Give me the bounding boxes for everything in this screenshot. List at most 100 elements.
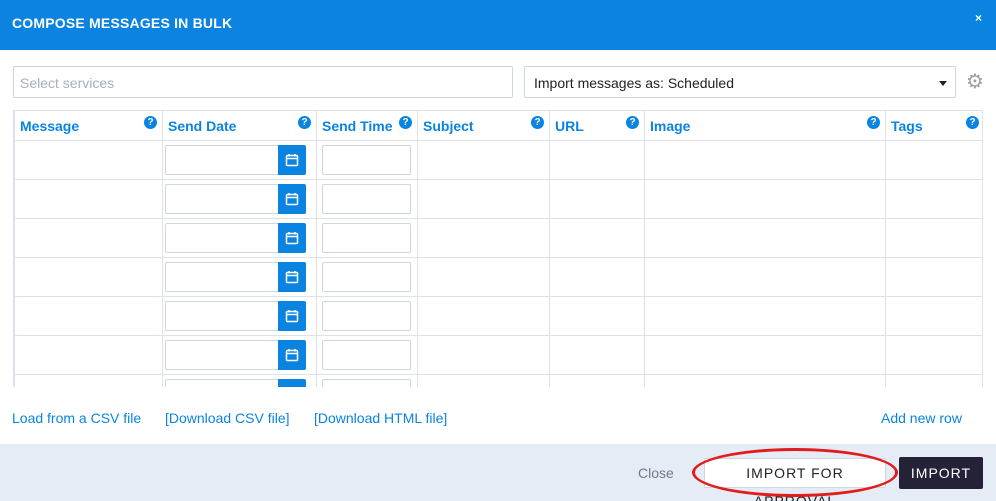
help-icon[interactable]: ? bbox=[966, 116, 979, 129]
url-cell[interactable] bbox=[549, 374, 645, 387]
download-csv-link[interactable]: [Download CSV file] bbox=[165, 410, 290, 426]
calendar-icon[interactable] bbox=[278, 379, 306, 387]
tags-cell[interactable] bbox=[885, 218, 982, 258]
send-date-cell[interactable] bbox=[162, 257, 317, 297]
send-date-input[interactable] bbox=[165, 262, 279, 292]
url-cell[interactable] bbox=[549, 296, 645, 336]
calendar-icon[interactable] bbox=[278, 145, 306, 175]
send-time-input[interactable] bbox=[322, 340, 411, 370]
gear-icon[interactable]: ⚙ bbox=[964, 71, 986, 93]
help-icon[interactable]: ? bbox=[298, 116, 311, 129]
send-time-input[interactable] bbox=[322, 223, 411, 253]
send-date-input[interactable] bbox=[165, 340, 279, 370]
download-html-link[interactable]: [Download HTML file] bbox=[314, 410, 447, 426]
url-cell[interactable] bbox=[549, 257, 645, 297]
send-date-cell[interactable] bbox=[162, 218, 317, 258]
image-cell[interactable] bbox=[644, 140, 886, 180]
send-date-cell[interactable] bbox=[162, 335, 317, 375]
subject-cell[interactable] bbox=[417, 257, 550, 297]
url-cell[interactable] bbox=[549, 140, 645, 180]
image-cell[interactable] bbox=[644, 218, 886, 258]
help-icon[interactable]: ? bbox=[531, 116, 544, 129]
modal-title: COMPOSE MESSAGES IN BULK bbox=[12, 15, 233, 31]
column-header-subject: Subject? bbox=[417, 110, 550, 141]
send-time-input[interactable] bbox=[322, 262, 411, 292]
subject-cell[interactable] bbox=[417, 296, 550, 336]
column-label: Send Date bbox=[168, 117, 237, 134]
send-time-cell[interactable] bbox=[316, 374, 418, 387]
help-icon[interactable]: ? bbox=[399, 116, 412, 129]
help-icon[interactable]: ? bbox=[144, 116, 157, 129]
column-label: Send Time bbox=[322, 117, 393, 134]
close-icon[interactable]: × bbox=[975, 11, 982, 25]
url-cell[interactable] bbox=[549, 218, 645, 258]
subject-cell[interactable] bbox=[417, 218, 550, 258]
tags-cell[interactable] bbox=[885, 335, 982, 375]
tags-cell[interactable] bbox=[885, 140, 982, 180]
modal-header: COMPOSE MESSAGES IN BULK × bbox=[0, 0, 996, 50]
message-cell[interactable] bbox=[14, 179, 163, 219]
send-time-input[interactable] bbox=[322, 145, 411, 175]
column-label: Subject bbox=[423, 117, 474, 134]
column-label: Tags bbox=[891, 117, 923, 134]
subject-cell[interactable] bbox=[417, 140, 550, 180]
subject-cell[interactable] bbox=[417, 179, 550, 219]
subject-cell[interactable] bbox=[417, 335, 550, 375]
tags-cell[interactable] bbox=[885, 374, 982, 387]
image-cell[interactable] bbox=[644, 335, 886, 375]
message-cell[interactable] bbox=[14, 296, 163, 336]
send-time-input[interactable] bbox=[322, 184, 411, 214]
column-label: Message bbox=[20, 117, 80, 134]
calendar-icon[interactable] bbox=[278, 223, 306, 253]
image-cell[interactable] bbox=[644, 257, 886, 297]
message-cell[interactable] bbox=[14, 218, 163, 258]
calendar-icon[interactable] bbox=[278, 301, 306, 331]
image-cell[interactable] bbox=[644, 179, 886, 219]
import-for-approval-button[interactable]: IMPORT FOR APPROVAL bbox=[704, 458, 886, 501]
message-cell[interactable] bbox=[14, 257, 163, 297]
send-date-input[interactable] bbox=[165, 223, 279, 253]
send-time-input[interactable] bbox=[322, 379, 411, 387]
table-row bbox=[14, 179, 982, 219]
url-cell[interactable] bbox=[549, 179, 645, 219]
send-date-cell[interactable] bbox=[162, 140, 317, 180]
send-date-input[interactable] bbox=[165, 301, 279, 331]
tags-cell[interactable] bbox=[885, 296, 982, 336]
send-date-cell[interactable] bbox=[162, 179, 317, 219]
calendar-icon[interactable] bbox=[278, 340, 306, 370]
send-date-cell[interactable] bbox=[162, 374, 317, 387]
send-time-cell[interactable] bbox=[316, 296, 418, 336]
import-button[interactable]: IMPORT bbox=[899, 457, 983, 489]
table-row bbox=[14, 296, 982, 336]
load-csv-link[interactable]: Load from a CSV file bbox=[12, 410, 141, 426]
close-button[interactable]: Close bbox=[638, 465, 674, 481]
image-cell[interactable] bbox=[644, 374, 886, 387]
url-cell[interactable] bbox=[549, 335, 645, 375]
add-row-link[interactable]: Add new row bbox=[881, 410, 962, 426]
send-time-cell[interactable] bbox=[316, 257, 418, 297]
tags-cell[interactable] bbox=[885, 179, 982, 219]
calendar-icon[interactable] bbox=[278, 184, 306, 214]
send-date-cell[interactable] bbox=[162, 296, 317, 336]
subject-cell[interactable] bbox=[417, 374, 550, 387]
help-icon[interactable]: ? bbox=[867, 116, 880, 129]
calendar-icon[interactable] bbox=[278, 262, 306, 292]
help-icon[interactable]: ? bbox=[626, 116, 639, 129]
send-time-cell[interactable] bbox=[316, 218, 418, 258]
send-date-input[interactable] bbox=[165, 379, 279, 387]
send-time-cell[interactable] bbox=[316, 140, 418, 180]
send-time-cell[interactable] bbox=[316, 335, 418, 375]
message-cell[interactable] bbox=[14, 140, 163, 180]
send-date-input[interactable] bbox=[165, 145, 279, 175]
column-header-image: Image? bbox=[644, 110, 886, 141]
send-date-input[interactable] bbox=[165, 184, 279, 214]
tags-cell[interactable] bbox=[885, 257, 982, 297]
image-cell[interactable] bbox=[644, 296, 886, 336]
table-row bbox=[14, 218, 982, 258]
services-select[interactable]: Select services bbox=[13, 66, 513, 98]
message-cell[interactable] bbox=[14, 335, 163, 375]
send-time-cell[interactable] bbox=[316, 179, 418, 219]
message-cell[interactable] bbox=[14, 374, 163, 387]
send-time-input[interactable] bbox=[322, 301, 411, 331]
import-as-select[interactable]: Import messages as: Scheduled bbox=[524, 66, 956, 98]
